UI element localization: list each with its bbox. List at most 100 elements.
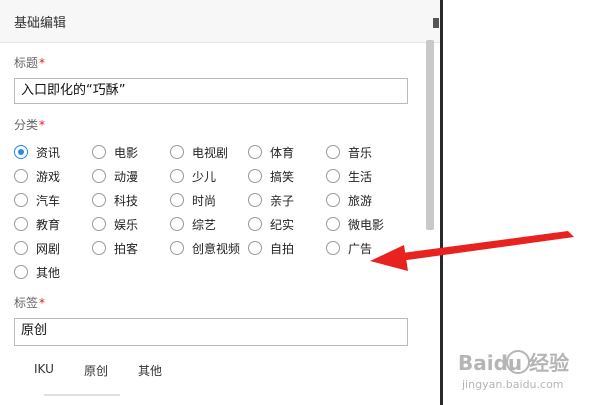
radio-button[interactable]: [326, 217, 340, 231]
category-option-label: 科技: [114, 193, 139, 208]
tag-divider: [44, 394, 120, 396]
title-input[interactable]: 入口即化的“巧酥”: [14, 78, 408, 104]
category-option[interactable]: 旅游: [326, 192, 404, 209]
category-option[interactable]: 拍客: [92, 240, 170, 257]
radio-button[interactable]: [248, 193, 262, 207]
radio-button[interactable]: [92, 193, 106, 207]
category-option-label: 体育: [270, 145, 295, 160]
edit-panel: 基础编辑 标题* 入口即化的“巧酥” 分类* 资讯 电影 电视剧 体育 音乐 游戏 动漫 少儿…: [0, 0, 441, 405]
category-option[interactable]: 游戏: [14, 168, 92, 185]
category-option[interactable]: 体育: [248, 144, 326, 161]
category-option[interactable]: 少儿: [170, 168, 248, 185]
watermark-url: jingyan.baidu.com: [461, 378, 564, 391]
tag-input-value: 原创: [21, 323, 48, 338]
category-option[interactable]: 电视剧: [170, 144, 248, 161]
category-option-label: 游戏: [36, 169, 61, 184]
radio-button[interactable]: [92, 145, 106, 159]
radio-button[interactable]: [248, 217, 262, 231]
category-option-label: 音乐: [348, 145, 373, 160]
radio-button[interactable]: [170, 241, 184, 255]
arrow-head: [370, 245, 408, 271]
panel-scrollbar[interactable]: [426, 40, 434, 230]
radio-button[interactable]: [170, 217, 184, 231]
category-row: 其他: [14, 260, 404, 284]
radio-button[interactable]: [248, 145, 262, 159]
category-option-label: 旅游: [348, 193, 373, 208]
radio-button[interactable]: [170, 145, 184, 159]
category-row: 网剧 拍客 创意视频 自拍 广告: [14, 236, 404, 260]
category-option-label: 动漫: [114, 169, 139, 184]
radio-button[interactable]: [248, 241, 262, 255]
radio-button[interactable]: [326, 193, 340, 207]
category-row: 游戏 动漫 少儿 搞笑 生活: [14, 164, 404, 188]
radio-button[interactable]: [14, 217, 28, 231]
title-label-text: 标题: [14, 56, 39, 70]
arrow-shaft: [400, 231, 574, 261]
red-arrow-icon: [370, 231, 574, 271]
tag-suggestion-iku[interactable]: IKU: [34, 362, 54, 376]
radio-button[interactable]: [14, 169, 28, 183]
tag-label: 标签*: [14, 294, 45, 311]
category-option-label: 娱乐: [114, 217, 139, 232]
radio-button[interactable]: [326, 169, 340, 183]
tag-suggestion-other[interactable]: 其他: [138, 362, 162, 379]
category-option[interactable]: 生活: [326, 168, 404, 185]
tag-suggestion-original[interactable]: 原创: [84, 362, 108, 379]
category-row: 资讯 电影 电视剧 体育 音乐: [14, 140, 404, 164]
category-option-label: 少儿: [192, 169, 217, 184]
category-option[interactable]: 搞笑: [248, 168, 326, 185]
radio-button[interactable]: [170, 193, 184, 207]
category-option[interactable]: 亲子: [248, 192, 326, 209]
edge-marker: [433, 18, 439, 28]
category-row: 教育 娱乐 综艺 纪实 微电影: [14, 212, 404, 236]
radio-button[interactable]: [326, 241, 340, 255]
tag-label-text: 标签: [14, 296, 39, 310]
radio-button[interactable]: [14, 265, 28, 279]
category-option-label: 创意视频: [192, 241, 241, 256]
category-option[interactable]: 教育: [14, 216, 92, 233]
tag-input[interactable]: 原创: [14, 318, 408, 346]
panel-header: 基础编辑: [0, 0, 440, 43]
category-option[interactable]: 自拍: [248, 240, 326, 257]
category-option[interactable]: 动漫: [92, 168, 170, 185]
category-option[interactable]: 电影: [92, 144, 170, 161]
radio-button[interactable]: [92, 169, 106, 183]
required-mark: *: [39, 296, 46, 310]
radio-button[interactable]: [248, 169, 262, 183]
category-option-label: 资讯: [36, 145, 61, 160]
radio-button[interactable]: [92, 241, 106, 255]
category-option[interactable]: 创意视频: [170, 240, 248, 257]
radio-button[interactable]: [170, 169, 184, 183]
category-option[interactable]: 音乐: [326, 144, 404, 161]
title-label: 标题*: [14, 54, 45, 71]
category-option[interactable]: 汽车: [14, 192, 92, 209]
category-option[interactable]: 其他: [14, 264, 92, 281]
radio-button[interactable]: [14, 193, 28, 207]
panel-title: 基础编辑: [14, 15, 67, 31]
category-option-label: 汽车: [36, 193, 61, 208]
category-option-label: 教育: [36, 217, 61, 232]
radio-button[interactable]: [14, 145, 28, 159]
category-option[interactable]: 纪实: [248, 216, 326, 233]
category-option-label: 网剧: [36, 241, 61, 256]
radio-button[interactable]: [326, 145, 340, 159]
category-option[interactable]: 科技: [92, 192, 170, 209]
category-row: 汽车 科技 时尚 亲子 旅游: [14, 188, 404, 212]
category-option[interactable]: 综艺: [170, 216, 248, 233]
category-option-label: 生活: [348, 169, 373, 184]
radio-button[interactable]: [92, 217, 106, 231]
required-mark: *: [39, 118, 46, 132]
category-option[interactable]: 资讯: [14, 144, 92, 161]
category-option-label: 综艺: [192, 217, 217, 232]
category-option-label: 电影: [114, 145, 139, 160]
required-mark: *: [39, 56, 46, 70]
category-option-label: 时尚: [192, 193, 217, 208]
radio-button[interactable]: [14, 241, 28, 255]
category-option[interactable]: 时尚: [170, 192, 248, 209]
category-option-label: 电视剧: [192, 145, 229, 160]
category-option[interactable]: 娱乐: [92, 216, 170, 233]
category-radio-group: 资讯 电影 电视剧 体育 音乐 游戏 动漫 少儿 搞笑 生活 汽车 科技 时尚 亲子 旅游 教育 娱乐 综艺 纪实微…: [14, 140, 404, 284]
category-option-label: 纪实: [270, 217, 295, 232]
baidu-watermark: Baidu 经验 jingyan.baidu.com: [458, 350, 569, 391]
category-option[interactable]: 网剧: [14, 240, 92, 257]
